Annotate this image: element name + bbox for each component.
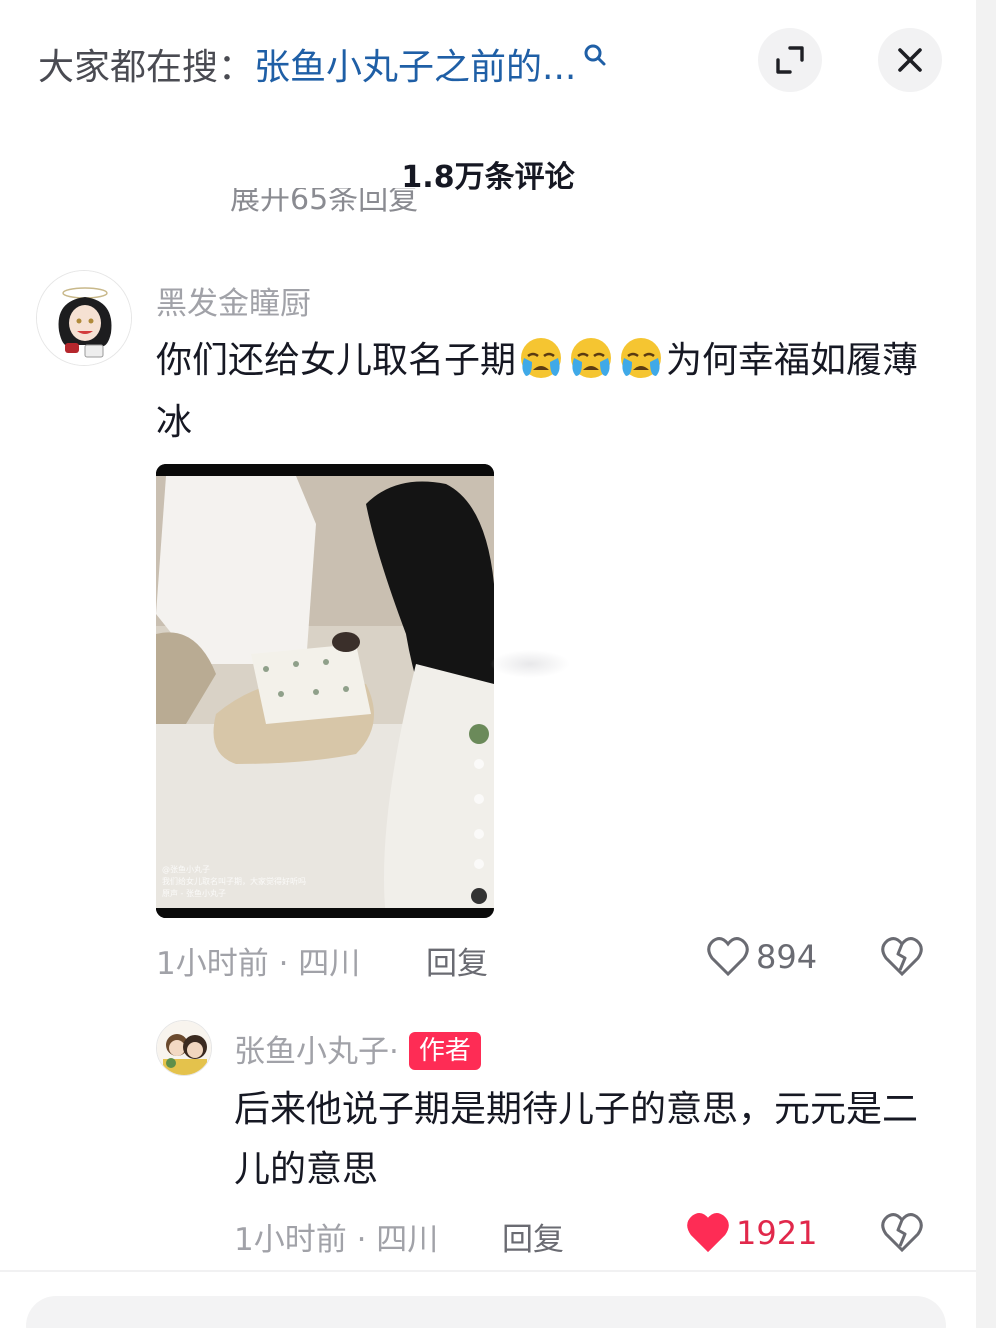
like-count: 1921: [736, 1214, 818, 1252]
search-suggestion-query[interactable]: 张鱼小丸子之前的...: [254, 38, 576, 90]
reply-text: 后来他说子期是期待儿子的意思，元元是二儿的意思: [234, 1089, 919, 1190]
right-edge-background: [976, 0, 996, 1328]
like-count: 894: [756, 938, 818, 976]
close-icon: [898, 48, 922, 72]
blurred-sticker: [490, 650, 570, 678]
comments-sheet: 大家都在搜： 张鱼小丸子之前的... 1.8万条评论 展开65条回复 黑发金瞳厨…: [0, 0, 976, 1328]
broken-heart-icon[interactable]: [880, 1212, 924, 1254]
divider: [0, 1270, 976, 1272]
expand-replies-label: 展开65条回复: [230, 188, 419, 217]
video-frame-illustration: [156, 464, 494, 918]
like-button[interactable]: 894: [706, 936, 817, 978]
heart-outline-icon: [707, 937, 749, 977]
reply-button[interactable]: 回复: [426, 938, 488, 983]
video-caption: @张鱼小丸子 我们给女儿取名叫子期，大家觉得好听吗 原声 - 张鱼小丸子: [162, 864, 402, 900]
crying-emoji-icon: [521, 338, 562, 378]
avatar-illustration: [157, 1021, 211, 1075]
search-suggestion-prefix: 大家都在搜：: [38, 47, 255, 88]
video-caption-music: 原声 - 张鱼小丸子: [162, 889, 226, 898]
close-button[interactable]: [878, 28, 942, 92]
comment-video-thumbnail[interactable]: @张鱼小丸子 我们给女儿取名叫子期，大家觉得好听吗 原声 - 张鱼小丸子: [156, 464, 494, 918]
comment-input-bar[interactable]: [26, 1296, 946, 1328]
comment-text-start: 你们还给女儿取名子期: [156, 340, 517, 381]
expand-replies-cutoff[interactable]: 展开65条回复: [230, 188, 418, 218]
comment-count-title: 1.8万条评论: [401, 160, 575, 195]
broken-heart-icon[interactable]: [880, 936, 924, 978]
crying-emoji-icon: [571, 338, 612, 378]
avatar[interactable]: [156, 1020, 212, 1076]
comment-username[interactable]: 黑发金瞳厨: [156, 278, 311, 323]
heart-filled-icon: [687, 1213, 729, 1253]
search-suggestion[interactable]: 大家都在搜： 张鱼小丸子之前的...: [38, 36, 608, 92]
comment-time-location: 1小时前 · 四川: [156, 946, 361, 982]
comment-text: 你们还给女儿取名子期 为何幸福如履薄冰: [156, 330, 946, 454]
video-caption-text: 我们给女儿取名叫子期，大家觉得好听吗: [162, 877, 306, 886]
crying-emoji-icon: [621, 338, 662, 378]
expand-button[interactable]: [758, 28, 822, 92]
reply-button[interactable]: 回复: [502, 1214, 564, 1259]
comment-username[interactable]: 张鱼小丸子· 作者: [234, 1026, 481, 1071]
avatar-illustration: [37, 271, 131, 365]
expand-icon: [776, 46, 804, 74]
author-badge: 作者: [408, 1032, 481, 1070]
search-icon[interactable]: [582, 42, 608, 68]
like-button[interactable]: 1921: [686, 1212, 817, 1254]
video-caption-author: @张鱼小丸子: [162, 865, 210, 874]
author-username: 张鱼小丸子·: [234, 1034, 399, 1070]
reply-time-location: 1小时前 · 四川: [234, 1222, 439, 1258]
avatar[interactable]: [36, 270, 132, 366]
